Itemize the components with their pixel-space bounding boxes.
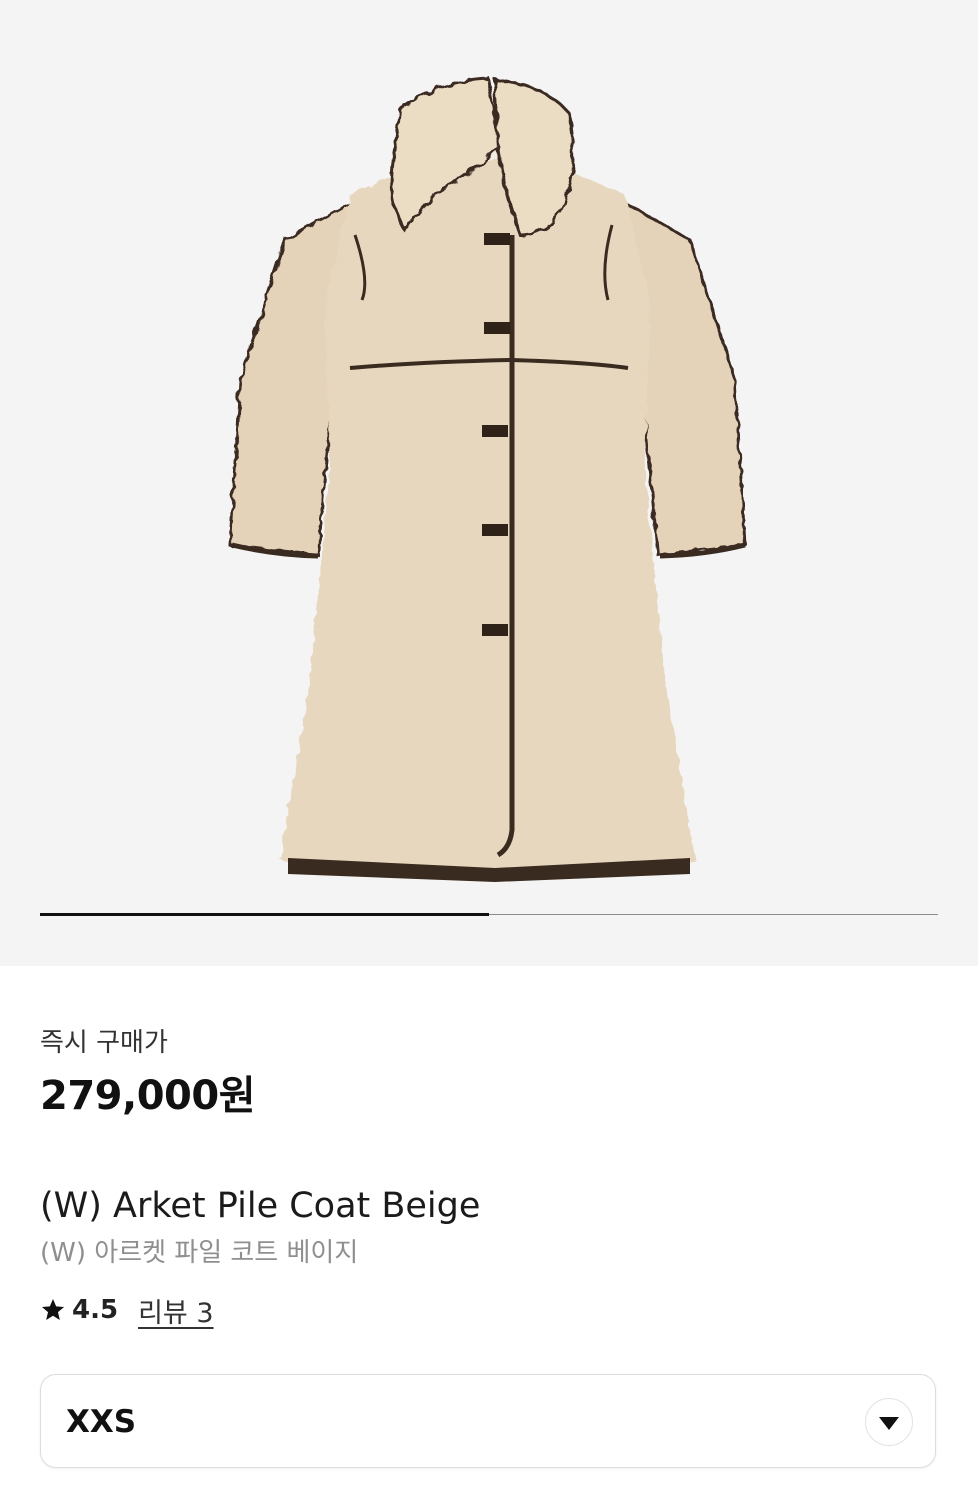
star-icon [41,1298,65,1320]
size-select[interactable]: XXS [40,1374,936,1468]
progress-fill [40,913,489,916]
product-image [228,76,747,882]
size-dropdown-button[interactable] [865,1398,913,1446]
image-gallery-progress [40,913,938,916]
product-image-area[interactable] [0,0,978,966]
rating-value: 4.5 [72,1295,119,1325]
product-title-ko: (W) 아르켓 파일 코트 베이지 [40,1238,359,1268]
rating-row: 4.5 리뷰 3 [40,1291,214,1330]
chevron-down-icon [879,1417,899,1430]
product-title-en: (W) Arket Pile Coat Beige [40,1186,481,1226]
instant-buy-price: 279,000원 [40,1073,256,1119]
instant-buy-price-label: 즉시 구매가 [40,1028,168,1058]
reviews-link[interactable]: 리뷰 3 [138,1291,213,1330]
selected-size: XXS [66,1404,137,1440]
